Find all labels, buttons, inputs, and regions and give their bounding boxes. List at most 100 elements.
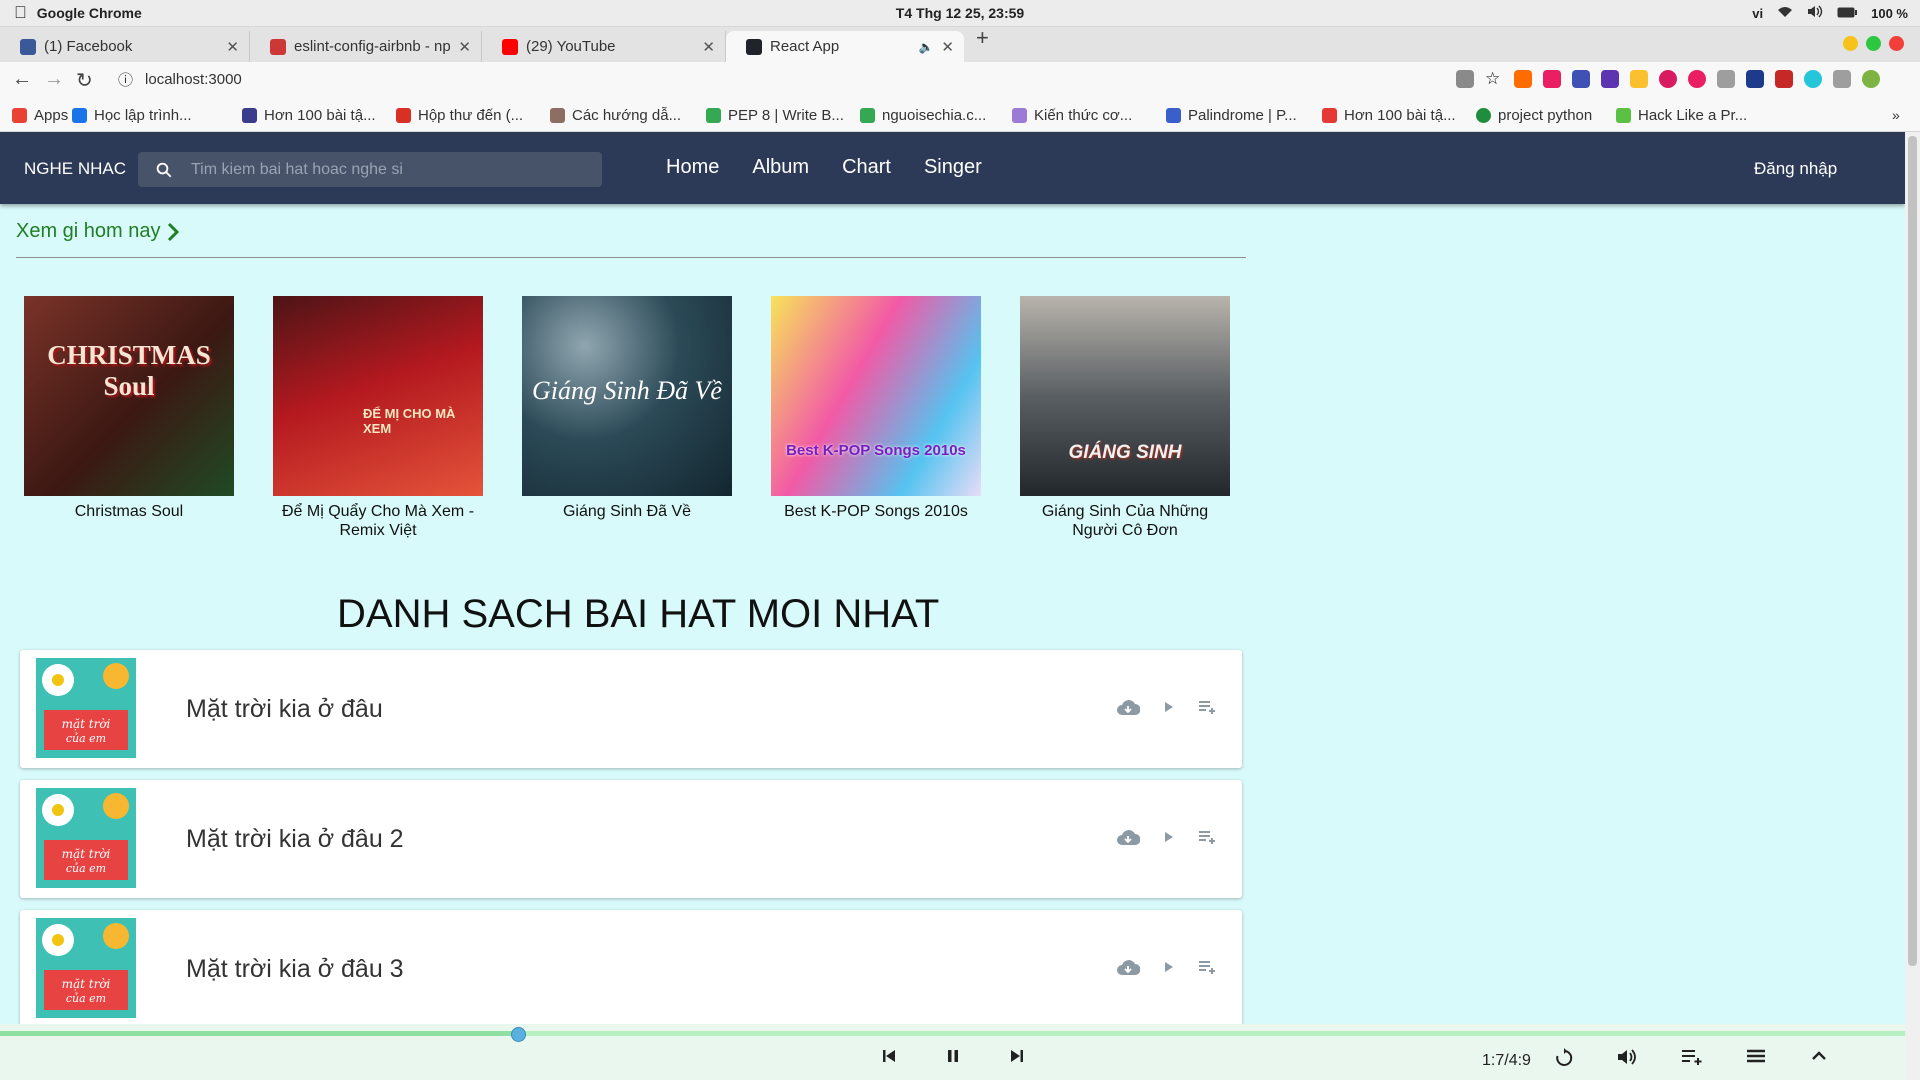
bookmark-item[interactable]: project python xyxy=(1476,107,1592,124)
extension-icon[interactable] xyxy=(1630,70,1648,88)
extension-icon[interactable] xyxy=(1543,70,1561,88)
album-title[interactable]: Giáng Sinh Đã Về xyxy=(522,502,732,521)
album-cover-image[interactable]: CHRISTMAS Soul xyxy=(24,296,234,496)
add-to-playlist-icon[interactable] xyxy=(1198,959,1218,975)
tab-youtube[interactable]: (29) YouTube ✕ xyxy=(482,31,726,62)
extension-icon[interactable] xyxy=(1775,70,1793,88)
song-title[interactable]: Mặt trời kia ở đâu xyxy=(186,695,383,724)
pause-icon[interactable] xyxy=(945,1048,961,1064)
extension-icon[interactable] xyxy=(1514,70,1532,88)
extension-icon[interactable] xyxy=(1804,70,1822,88)
album-cover-image[interactable]: GIÁNG SINH xyxy=(1020,296,1230,496)
album-card[interactable]: CHRISTMAS Soul Christmas Soul xyxy=(24,296,234,521)
extension-icon[interactable] xyxy=(1572,70,1590,88)
song-title[interactable]: Mặt trời kia ở đâu 3 xyxy=(186,955,404,984)
bookmark-item[interactable]: Kiến thức cơ... xyxy=(1012,107,1132,124)
search-input[interactable] xyxy=(191,160,571,179)
nav-singer[interactable]: Singer xyxy=(924,156,982,179)
album-card[interactable]: Giáng Sinh Đã Về Giáng Sinh Đã Về xyxy=(522,296,732,521)
translate-icon[interactable] xyxy=(1456,70,1474,88)
close-icon[interactable]: ✕ xyxy=(941,38,954,56)
minimize-button[interactable] xyxy=(1843,36,1858,51)
song-title[interactable]: Mặt trời kia ở đâu 2 xyxy=(186,825,404,854)
battery-icon[interactable] xyxy=(1837,6,1858,21)
previous-track-icon[interactable] xyxy=(881,1048,897,1064)
bookmark-item[interactable]: Hack Like a Pr... xyxy=(1616,107,1747,124)
extension-icon[interactable] xyxy=(1833,70,1851,88)
bookmark-item[interactable]: PEP 8 | Write B... xyxy=(706,107,844,124)
volume-icon[interactable] xyxy=(1807,5,1823,21)
download-icon[interactable] xyxy=(1116,698,1140,716)
tab-npm[interactable]: eslint-config-airbnb - npm ✕ xyxy=(250,31,482,62)
nav-album[interactable]: Album xyxy=(752,156,809,179)
bookmark-item[interactable]: Các hướng dẫ... xyxy=(550,107,681,124)
maximize-button[interactable] xyxy=(1866,36,1881,51)
nav-chart[interactable]: Chart xyxy=(842,156,891,179)
forward-icon[interactable]: → xyxy=(44,68,64,91)
album-cover-image[interactable]: Best K-POP Songs 2010s xyxy=(771,296,981,496)
add-to-playlist-icon[interactable] xyxy=(1198,699,1218,715)
page-scrollbar[interactable] xyxy=(1905,132,1920,1080)
bookmark-item[interactable]: Palindrome | P... xyxy=(1166,107,1297,124)
song-thumbnail[interactable]: mặt trời của em xyxy=(36,788,136,888)
reload-icon[interactable]: ↻ xyxy=(76,68,93,93)
back-icon[interactable]: ← xyxy=(12,68,32,91)
extension-icon[interactable] xyxy=(1659,70,1677,88)
chevron-up-icon[interactable] xyxy=(1811,1048,1827,1064)
song-row[interactable]: mặt trời của em Mặt trời kia ở đâu 3 xyxy=(20,910,1242,1028)
chevron-right-icon[interactable] xyxy=(167,222,179,242)
album-title[interactable]: Best K-POP Songs 2010s xyxy=(771,502,981,521)
login-button[interactable]: Đăng nhập xyxy=(1754,159,1837,179)
album-card[interactable]: Best K-POP Songs 2010s Best K-POP Songs … xyxy=(771,296,981,521)
extension-icon[interactable] xyxy=(1688,70,1706,88)
playlist-icon[interactable] xyxy=(1746,1048,1766,1066)
info-icon[interactable]: ⓘ xyxy=(118,69,133,90)
tab-audio-icon[interactable]: 🔈 xyxy=(918,40,933,54)
nav-home[interactable]: Home xyxy=(666,156,719,179)
bookmark-item[interactable]: nguoisechia.c... xyxy=(860,107,986,124)
song-thumbnail[interactable]: mặt trời của em xyxy=(36,918,136,1018)
section-title[interactable]: Xem gi hom nay xyxy=(16,220,161,243)
close-icon[interactable]: ✕ xyxy=(702,38,715,56)
url-text[interactable]: localhost:3000 xyxy=(145,71,242,88)
more-bookmarks-icon[interactable]: » xyxy=(1892,107,1900,123)
play-icon[interactable] xyxy=(1162,829,1176,845)
play-icon[interactable] xyxy=(1162,959,1176,975)
next-track-icon[interactable] xyxy=(1009,1048,1025,1064)
album-title[interactable]: Christmas Soul xyxy=(24,502,234,521)
scrollbar-thumb[interactable] xyxy=(1908,136,1917,966)
repeat-icon[interactable] xyxy=(1554,1048,1574,1068)
album-cover-image[interactable]: Giáng Sinh Đã Về xyxy=(522,296,732,496)
close-icon[interactable]: ✕ xyxy=(226,38,239,56)
song-row[interactable]: mặt trời của em Mặt trời kia ở đâu 2 xyxy=(20,780,1242,898)
tab-react-app[interactable]: React App 🔈 ✕ xyxy=(726,31,964,62)
os-language[interactable]: vi xyxy=(1752,6,1763,21)
song-row[interactable]: mặt trời của em Mặt trời kia ở đâu xyxy=(20,650,1242,768)
bookmark-item[interactable]: Học lập trình... xyxy=(72,107,192,124)
add-to-queue-icon[interactable] xyxy=(1681,1048,1703,1066)
close-icon[interactable]: ✕ xyxy=(458,38,471,56)
download-icon[interactable] xyxy=(1116,828,1140,846)
brand-logo[interactable]: NGHE NHAC xyxy=(24,159,126,179)
wifi-icon[interactable] xyxy=(1777,6,1793,21)
album-card[interactable]: ĐỂ MỊ CHO MÀ XEM Để Mị Quẩy Cho Mà Xem -… xyxy=(273,296,483,540)
bookmark-item[interactable]: Apps xyxy=(12,107,68,124)
avatar[interactable] xyxy=(1862,70,1880,88)
os-clock[interactable]: T4 Thg 12 25, 23:59 xyxy=(0,5,1920,21)
star-icon[interactable]: ☆ xyxy=(1485,70,1503,88)
close-window-button[interactable] xyxy=(1889,36,1904,51)
extension-icon[interactable] xyxy=(1746,70,1764,88)
bookmark-item[interactable]: Hơn 100 bài tậ... xyxy=(242,107,376,124)
song-thumbnail[interactable]: mặt trời của em xyxy=(36,658,136,758)
bookmark-item[interactable]: Hơn 100 bài tậ... xyxy=(1322,107,1456,124)
album-card[interactable]: GIÁNG SINH Giáng Sinh Của Những Người Cô… xyxy=(1020,296,1230,540)
album-title[interactable]: Giáng Sinh Của Những Người Cô Đơn xyxy=(1020,502,1230,540)
album-cover-image[interactable]: ĐỂ MỊ CHO MÀ XEM xyxy=(273,296,483,496)
add-to-playlist-icon[interactable] xyxy=(1198,829,1218,845)
section-header[interactable]: Xem gi hom nay xyxy=(16,220,179,243)
address-bar[interactable]: ⓘ localhost:3000 xyxy=(118,69,242,90)
new-tab-button[interactable]: + xyxy=(976,25,989,51)
extension-icon[interactable] xyxy=(1717,70,1735,88)
progress-track[interactable] xyxy=(0,1031,1905,1036)
download-icon[interactable] xyxy=(1116,958,1140,976)
